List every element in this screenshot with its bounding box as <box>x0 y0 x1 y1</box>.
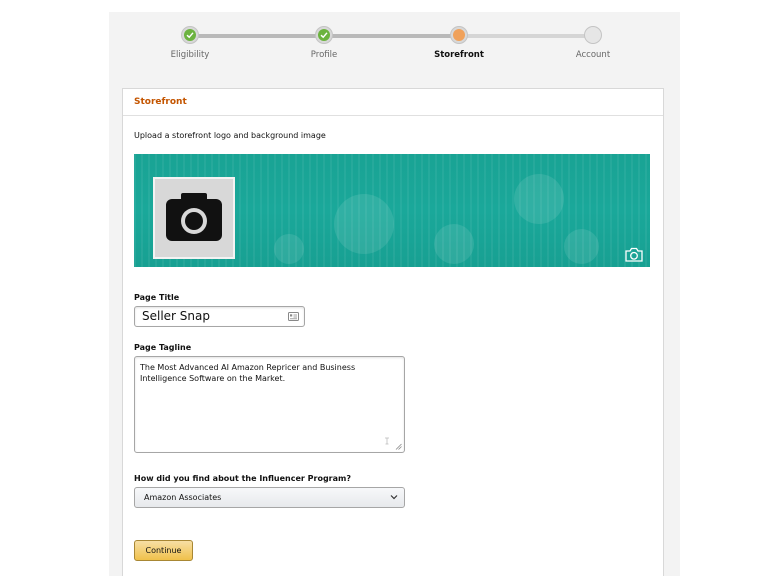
step-complete-indicator <box>181 26 199 44</box>
step-label: Eligibility <box>170 50 210 60</box>
source-selected-value: Amazon Associates <box>144 493 222 502</box>
banner-bokeh <box>514 174 564 224</box>
checkmark-icon <box>320 32 328 39</box>
page-tagline-label: Page Tagline <box>134 343 192 352</box>
step-pending-indicator <box>584 26 602 44</box>
checkmark-icon <box>186 32 194 39</box>
page-title-label: Page Title <box>134 293 180 302</box>
upload-description: Upload a storefront logo and background … <box>134 131 326 140</box>
page-tagline-value: The Most Advanced AI Amazon Repricer and… <box>140 363 356 383</box>
step-profile: Profile <box>264 26 384 60</box>
camera-icon <box>166 193 222 241</box>
page-title-input[interactable]: Seller Snap <box>134 306 305 327</box>
resize-handle-icon[interactable] <box>395 443 402 450</box>
spellcheck-icon <box>385 437 389 445</box>
source-select[interactable]: Amazon Associates <box>134 487 405 508</box>
banner-bokeh <box>274 234 304 264</box>
chevron-down-icon <box>390 495 398 500</box>
storefront-card: Storefront Upload a storefront logo and … <box>122 88 664 576</box>
step-complete-indicator <box>315 26 333 44</box>
page-tagline-textarea[interactable]: The Most Advanced AI Amazon Repricer and… <box>134 356 405 453</box>
step-label: Account <box>575 50 611 60</box>
page-title-value: Seller Snap <box>142 309 210 323</box>
source-question-label: How did you find about the Influencer Pr… <box>134 474 351 483</box>
banner-bokeh <box>334 194 394 254</box>
step-label: Profile <box>310 50 338 60</box>
continue-button[interactable]: Continue <box>134 540 193 561</box>
card-title: Storefront <box>123 89 663 116</box>
step-current-indicator <box>450 26 468 44</box>
camera-icon[interactable] <box>625 247 643 262</box>
logo-upload[interactable] <box>153 177 235 259</box>
step-storefront: Storefront <box>399 26 519 60</box>
step-account: Account <box>533 26 653 60</box>
background-image-banner[interactable] <box>134 154 650 267</box>
contact-card-icon[interactable] <box>288 312 299 321</box>
step-eligibility: Eligibility <box>130 26 250 60</box>
banner-bokeh <box>434 224 474 264</box>
step-label: Storefront <box>434 50 484 60</box>
banner-bokeh <box>564 229 599 264</box>
